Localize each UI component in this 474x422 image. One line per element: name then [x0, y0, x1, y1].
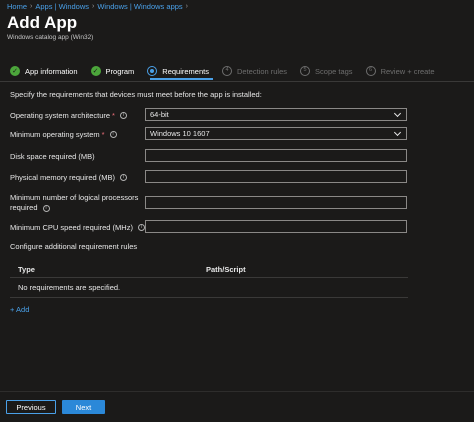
table-empty-row: No requirements are specified. [10, 278, 408, 298]
previous-button[interactable]: Previous [6, 400, 56, 414]
checkmark-icon: ✓ [10, 66, 20, 76]
step-label: Scope tags [315, 66, 353, 76]
step-scope-tags: 5 Scope tags [300, 66, 353, 76]
step-label: Program [105, 66, 135, 76]
label-text: Minimum number of logical processors [10, 193, 139, 202]
add-app-page: Home › Apps | Windows › Windows | Window… [0, 0, 474, 422]
label-text: Disk space required (MB) [10, 152, 95, 161]
page-subtitle: Windows catalog app (Win32) [7, 34, 94, 41]
info-icon[interactable]: i [119, 112, 127, 119]
add-requirement-link[interactable]: + Add [10, 305, 29, 314]
logical-processors-input[interactable] [145, 196, 407, 209]
logical-processors-label: Minimum number of logical processors req… [10, 193, 138, 213]
minimum-os-label: Minimum operating system * i [10, 130, 117, 139]
label-text: Operating system architecture [10, 111, 111, 120]
checkmark-icon: ✓ [90, 66, 101, 76]
configure-rules-text: Configure additional requirement rules [10, 242, 138, 251]
step-number-icon: 4 [222, 66, 232, 76]
info-icon[interactable]: i [137, 224, 145, 231]
step-program[interactable]: ✓ Program [90, 66, 135, 76]
divider [0, 81, 474, 82]
wizard-steps: ✓ App information ✓ Program Requirements… [10, 64, 448, 78]
step-requirements[interactable]: Requirements [147, 66, 209, 76]
next-button[interactable]: Next [62, 400, 105, 414]
step-label: Detection rules [237, 66, 288, 76]
os-architecture-label: Operating system architecture * i [10, 111, 127, 120]
step-label: Requirements [162, 66, 209, 76]
required-marker: * [112, 111, 115, 120]
step-number-icon: 5 [300, 66, 311, 76]
table-header: Type Path/Script [10, 262, 408, 278]
chevron-right-icon: › [30, 3, 33, 10]
required-marker: * [101, 130, 105, 139]
step-number-icon: 6 [365, 66, 376, 76]
label-text: required [10, 203, 38, 212]
requirements-table: Type Path/Script No requirements are spe… [10, 262, 408, 298]
page-title: Add App [7, 13, 78, 32]
requirements-intro: Specify the requirements that devices mu… [10, 90, 262, 99]
chevron-down-icon [394, 111, 402, 119]
info-icon[interactable]: i [42, 204, 50, 212]
column-path-script: Path/Script [206, 265, 246, 274]
disk-space-label: Disk space required (MB) [10, 152, 95, 161]
step-label: App information [25, 66, 78, 76]
cpu-speed-input[interactable] [145, 220, 407, 233]
os-architecture-dropdown[interactable]: 64-bit [145, 108, 407, 121]
active-step-indicator [150, 78, 213, 80]
disk-space-input[interactable] [145, 149, 407, 162]
cpu-speed-label: Minimum CPU speed required (MHz) i [10, 223, 145, 232]
breadcrumb-windows-apps[interactable]: Windows | Windows apps [97, 2, 182, 11]
breadcrumb-home[interactable]: Home [7, 2, 27, 11]
label-text: Minimum CPU speed required (MHz) [10, 223, 133, 232]
physical-memory-label: Physical memory required (MB) i [10, 173, 128, 182]
info-icon[interactable]: i [109, 131, 117, 138]
minimum-os-dropdown[interactable]: Windows 10 1607 [145, 127, 407, 140]
dropdown-value: Windows 10 1607 [150, 129, 210, 138]
label-text: Minimum operating system [10, 130, 100, 139]
label-text: Physical memory required (MB) [10, 173, 116, 182]
info-icon[interactable]: i [120, 174, 128, 181]
chevron-down-icon [394, 130, 402, 138]
step-detection-rules: 4 Detection rules [222, 66, 287, 76]
chevron-right-icon: › [92, 3, 95, 10]
dropdown-value: 64-bit [150, 110, 169, 119]
chevron-right-icon: › [185, 3, 188, 10]
step-review-create: 6 Review + create [365, 66, 435, 76]
step-app-information[interactable]: ✓ App information [10, 66, 78, 76]
breadcrumb-apps-windows[interactable]: Apps | Windows [35, 2, 89, 11]
breadcrumb: Home › Apps | Windows › Windows | Window… [7, 2, 188, 11]
physical-memory-input[interactable] [145, 170, 407, 183]
step-label: Review + create [380, 66, 435, 76]
current-step-icon [147, 66, 158, 76]
column-type: Type [18, 265, 35, 274]
footer-divider [0, 391, 474, 392]
